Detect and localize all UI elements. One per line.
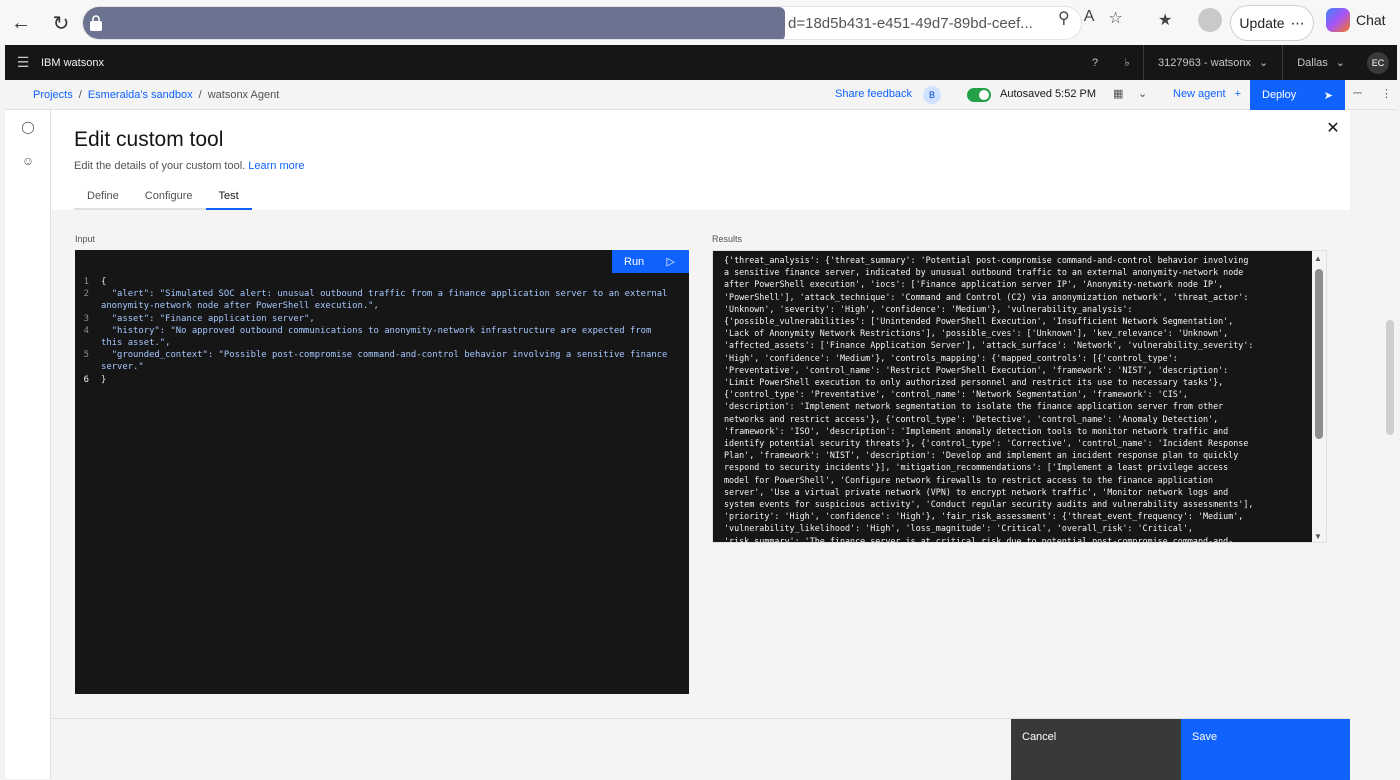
lock-icon <box>90 15 102 31</box>
app-header: ☰ IBM watsonx ? ♭ 3127963 - watsonx ⌄ Da… <box>5 45 1397 80</box>
notification-icon[interactable]: ♭ <box>1111 56 1143 69</box>
left-rail: ◯ ☺ <box>5 110 51 779</box>
update-button[interactable]: Update ⋯ <box>1230 5 1314 41</box>
crumb-sandbox[interactable]: Esmeralda's sandbox <box>88 89 193 101</box>
help-icon[interactable]: ? <box>1079 57 1111 69</box>
breadcrumb: Projects / Esmeralda's sandbox / watsonx… <box>33 88 280 101</box>
cancel-button[interactable]: Cancel <box>1011 719 1181 780</box>
scroll-down-icon[interactable]: ▼ <box>1314 532 1322 541</box>
learn-more-link[interactable]: Learn more <box>248 160 304 172</box>
code-line: 3 "asset": "Finance application server", <box>83 313 315 324</box>
tab-list: Define Configure Test <box>74 184 252 210</box>
close-icon[interactable]: ✕ <box>1323 118 1343 138</box>
deploy-button[interactable]: Deploy ➤ <box>1250 80 1345 110</box>
tab-test[interactable]: Test <box>205 184 252 210</box>
tab-define[interactable]: Define <box>74 184 132 210</box>
page-scrollbar[interactable] <box>1386 320 1394 435</box>
collaborator-badge[interactable]: B <box>923 86 941 104</box>
results-text: {'threat_analysis': {'threat_summary': '… <box>724 255 1254 543</box>
menu-icon[interactable]: ☰ <box>5 54 41 71</box>
modal-subtitle: Edit the details of your custom tool. Le… <box>74 160 305 172</box>
copilot-icon <box>1326 8 1350 32</box>
address-bar[interactable]: d=18d5b431-e451-49d7-89bd-ceef... <box>82 6 1082 40</box>
tab-configure[interactable]: Configure <box>131 184 206 210</box>
user-icon[interactable]: ☺ <box>5 144 51 178</box>
code-line: 5 "grounded_context": "Possible post-com… <box>83 350 673 373</box>
region-switcher[interactable]: Dallas ⌄ <box>1282 45 1359 80</box>
results-output[interactable]: {'threat_analysis': {'threat_summary': '… <box>712 250 1327 543</box>
share-feedback-link[interactable]: Share feedback <box>835 88 912 100</box>
autosave-status: Autosaved 5:52 PM <box>1000 88 1097 100</box>
lock-icon[interactable]: ⎓ <box>1353 87 1362 100</box>
modal-footer: Cancel Save <box>51 718 1350 780</box>
crumb-projects[interactable]: Projects <box>33 89 73 101</box>
favorite-star-icon[interactable]: ☆ <box>1108 8 1122 28</box>
code-line: 1{ <box>83 277 107 287</box>
save-button[interactable]: Save <box>1181 719 1350 780</box>
read-aloud-icon[interactable]: A <box>1084 8 1095 28</box>
agent-icon[interactable]: ◯ <box>5 110 51 144</box>
browser-toolbar: ← ↻ d=18d5b431-e451-49d7-89bd-ceef... ⚲ … <box>0 0 1400 46</box>
account-switcher[interactable]: 3127963 - watsonx ⌄ <box>1143 45 1282 80</box>
send-icon: ➤ <box>1323 89 1333 102</box>
refresh-icon[interactable]: ↻ <box>44 6 78 40</box>
url-text: d=18d5b431-e451-49d7-89bd-ceef... <box>788 15 1033 32</box>
run-button[interactable]: Run ▷ <box>612 250 689 273</box>
chevron-down-icon: ⌄ <box>1258 57 1269 69</box>
user-avatar[interactable]: EC <box>1367 51 1389 74</box>
crumb-agent: watsonx Agent <box>207 88 280 101</box>
profile-avatar[interactable] <box>1198 8 1223 32</box>
code-content[interactable]: 1{ 2 "alert": "Simulated SOC alert: unus… <box>75 276 685 386</box>
chevron-down-icon[interactable]: ⌄ <box>1138 87 1147 100</box>
more-icon: ⋯ <box>1290 14 1305 31</box>
brand: IBM watsonx <box>41 56 104 69</box>
chevron-down-icon: ⌄ <box>1335 57 1345 69</box>
sub-header: Projects / Esmeralda's sandbox / watsonx… <box>5 80 1397 110</box>
modal-header: Edit custom tool Edit the details of you… <box>51 110 1350 210</box>
favorites-icon[interactable]: ★ <box>1158 10 1172 30</box>
results-label: Results <box>712 234 743 244</box>
background-panel <box>1350 110 1397 779</box>
modal-title: Edit custom tool <box>74 128 224 151</box>
chat-button[interactable]: Chat <box>1326 8 1386 32</box>
overflow-menu-icon[interactable]: ⋮ <box>1381 87 1392 100</box>
scroll-up-icon[interactable]: ▲ <box>1314 254 1322 263</box>
autosave-toggle[interactable] <box>967 88 991 102</box>
edit-custom-tool-modal: Edit custom tool Edit the details of you… <box>51 110 1350 780</box>
code-line: 4 "history": "No approved outbound commu… <box>83 325 657 349</box>
input-code-editor[interactable]: Run ▷ 1{ 2 "alert": "Simulated SOC alert… <box>75 250 689 694</box>
code-line: 2 "alert": "Simulated SOC alert: unusual… <box>83 289 673 312</box>
url-redaction <box>83 7 785 39</box>
back-icon[interactable]: ← <box>4 6 38 40</box>
results-scroll-thumb[interactable] <box>1315 269 1323 439</box>
code-line: 6} <box>83 374 107 385</box>
results-scrollbar[interactable]: ▲ ▼ <box>1312 251 1326 542</box>
input-label: Input <box>75 234 96 244</box>
save-version-icon[interactable]: ▦ <box>1113 87 1123 100</box>
new-agent-button[interactable]: New agent + <box>1173 88 1241 100</box>
play-icon: ▷ <box>666 256 675 268</box>
plus-icon: + <box>1234 88 1242 100</box>
zoom-icon[interactable]: ⚲ <box>1058 8 1070 28</box>
